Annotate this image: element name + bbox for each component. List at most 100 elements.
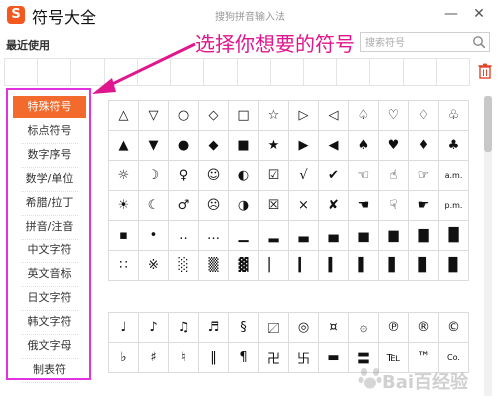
close-button[interactable]: ✕ [468,4,490,24]
symbol-cell[interactable]: ♫ [169,313,199,343]
symbol-cell[interactable]: ☾ [139,191,169,221]
symbol-cell[interactable]: ▽ [139,101,169,131]
sidebar-category[interactable]: 数字序号 [13,144,86,168]
symbol-cell[interactable]: ▷ [289,101,319,131]
scrollbar-thumb[interactable] [484,96,492,152]
symbol-cell[interactable]: ♤ [349,101,379,131]
symbol-cell[interactable]: ★ [259,131,289,161]
symbol-cell[interactable]: ◎ [289,313,319,343]
sidebar-category[interactable]: 标点符号 [13,120,86,144]
symbol-cell[interactable]: ☀ [109,191,139,221]
symbol-cell[interactable]: ‥ [169,221,199,251]
symbol-cell[interactable]: √ [289,161,319,191]
symbol-cell[interactable]: © [439,313,469,343]
symbol-cell[interactable]: ■ [229,131,259,161]
sidebar-category[interactable]: 希腊/拉丁 [13,192,86,216]
symbol-cell[interactable]: △ [109,101,139,131]
symbol-cell[interactable]: 卍 [259,343,289,373]
symbol-cell[interactable]: ♥ [379,131,409,161]
sidebar-category[interactable]: 数学/单位 [13,168,86,192]
symbol-cell[interactable]: § [229,313,259,343]
symbol-cell[interactable]: ✘ [319,191,349,221]
symbol-cell[interactable]: ☆ [259,101,289,131]
symbol-cell[interactable]: ☟ [379,191,409,221]
symbol-cell[interactable]: ☼ [109,161,139,191]
symbol-cell[interactable]: ☑ [259,161,289,191]
symbol-cell[interactable]: ♀ [169,161,199,191]
symbol-cell[interactable]: █ [439,221,469,251]
symbol-cell[interactable]: ♭ [109,343,139,373]
symbol-cell[interactable]: ☽ [139,161,169,191]
search-box[interactable] [360,32,490,52]
symbol-cell[interactable]: ♩ [109,313,139,343]
symbol-cell[interactable]: ¤ [319,313,349,343]
recent-symbol-slot[interactable] [436,59,470,85]
symbol-cell[interactable]: ▇ [409,221,439,251]
symbol-cell[interactable]: ♧ [439,101,469,131]
sidebar-category[interactable]: 拼音/注音 [13,216,86,240]
symbol-cell[interactable]: ♦ [409,131,439,161]
symbol-cell[interactable]: ▶ [289,131,319,161]
symbol-cell[interactable]: ♢ [409,101,439,131]
symbol-cell[interactable]: ® [409,313,439,343]
recent-symbol-slot[interactable] [303,59,338,85]
symbol-cell[interactable]: ◇ [199,101,229,131]
symbol-cell[interactable]: ▋ [379,251,409,281]
symbol-cell[interactable]: 卐 [289,343,319,373]
sidebar-category[interactable]: 韩文字符 [13,311,86,336]
symbol-cell[interactable]: ▃ [289,221,319,251]
symbol-cell[interactable]: ▁ [229,221,259,251]
symbol-cell[interactable]: ☒ [259,191,289,221]
symbol-cell[interactable]: ▏ [259,251,289,281]
search-input[interactable] [365,36,469,50]
symbol-cell[interactable]: ‖ [199,343,229,373]
symbol-cell[interactable]: ♡ [379,101,409,131]
recent-symbol-slot[interactable] [38,59,72,85]
sidebar-category[interactable]: 英文音标 [13,263,86,288]
symbol-cell[interactable]: ▅ [349,221,379,251]
symbol-cell[interactable]: ▎ [289,251,319,281]
symbol-cell[interactable]: ♪ [139,313,169,343]
symbol-cell[interactable]: ☞ [409,161,439,191]
symbol-cell[interactable]: ▪ [109,221,139,251]
symbol-cell[interactable]: ▉ [439,251,469,281]
symbol-cell[interactable]: ▍ [319,251,349,281]
symbol-cell[interactable]: ♣ [439,131,469,161]
symbol-cell[interactable]: ○ [169,101,199,131]
symbol-cell[interactable]: ☹ [199,191,229,221]
symbol-cell[interactable]: p.m. [439,191,469,221]
symbol-cell[interactable]: a.m. [439,161,469,191]
symbol-cell[interactable]: □ [229,101,259,131]
symbol-cell[interactable]: ☝ [379,161,409,191]
sidebar-category[interactable]: 中文字符 [13,239,86,264]
symbol-cell[interactable]: ◐ [229,161,259,191]
sidebar-category[interactable]: 制表符 [13,359,86,383]
symbol-cell[interactable]: ※ [139,251,169,281]
vertical-scrollbar[interactable] [484,96,492,396]
symbol-cell[interactable]: ▲ [109,131,139,161]
symbol-cell[interactable]: • [139,221,169,251]
recent-symbol-slot[interactable] [237,59,271,85]
symbol-cell[interactable]: ◀ [319,131,349,161]
symbol-cell[interactable]: ▓ [229,251,259,281]
sidebar-category[interactable]: 俄文字母 [13,335,86,359]
sidebar-category[interactable]: 特殊符号 [13,96,86,118]
recent-symbol-slot[interactable] [204,59,238,85]
symbol-cell[interactable]: ✔ [319,161,349,191]
symbol-cell[interactable]: ▌ [349,251,379,281]
symbol-cell[interactable]: ☺ [199,161,229,191]
symbol-cell[interactable]: ● [169,131,199,161]
symbol-cell[interactable]: ♬ [199,313,229,343]
sidebar-category[interactable]: 日文字符 [13,287,86,312]
recent-symbol-slot[interactable] [270,59,304,85]
symbol-cell[interactable]: ۞ [349,313,379,343]
recent-symbol-slot[interactable] [370,59,404,85]
symbol-cell[interactable]: ¶ [229,343,259,373]
symbol-cell[interactable]: ☚ [349,191,379,221]
trash-icon[interactable] [478,63,492,79]
symbol-cell[interactable]: ▊ [409,251,439,281]
symbol-cell[interactable]: ♠ [349,131,379,161]
symbol-cell[interactable]: ♯ [139,343,169,373]
symbol-cell[interactable]: 〼 [259,313,289,343]
recent-symbol-slot[interactable] [5,59,39,85]
